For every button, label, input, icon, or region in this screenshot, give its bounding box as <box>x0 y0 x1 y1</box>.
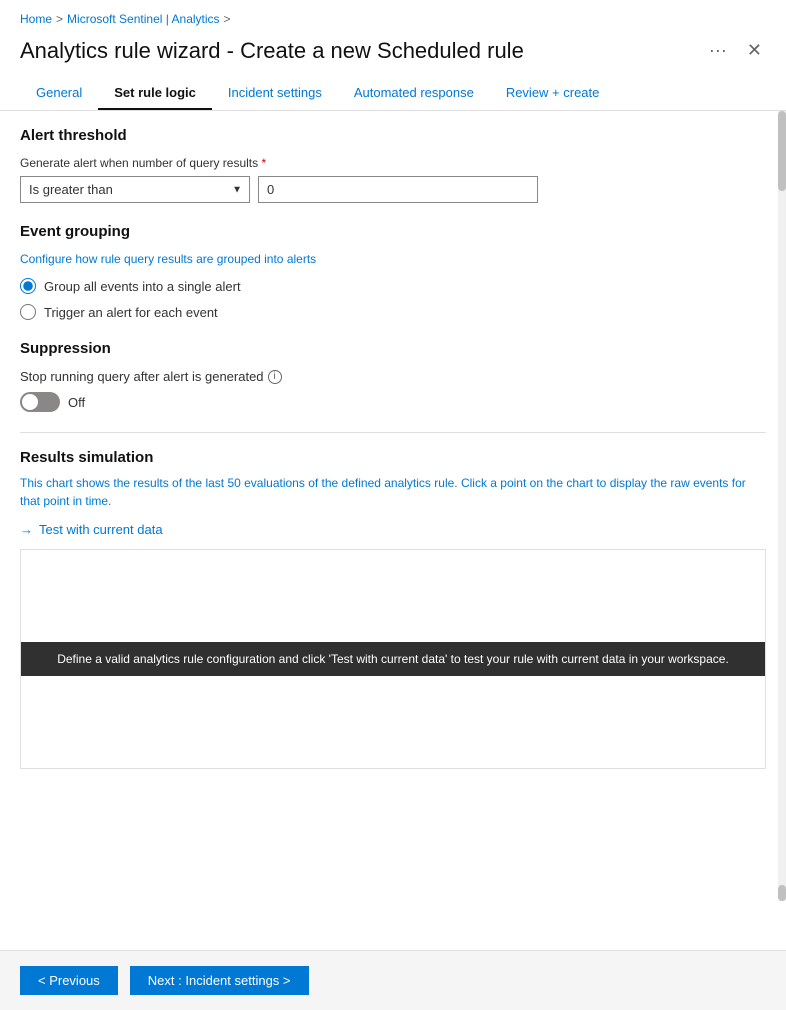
test-with-current-data-link[interactable]: → Test with current data <box>20 522 766 537</box>
alert-threshold-label: Generate alert when number of query resu… <box>20 156 766 170</box>
event-grouping-section: Event grouping Configure how rule query … <box>20 223 766 320</box>
header-icons: ··· ✕ <box>705 36 766 65</box>
tab-automated-response[interactable]: Automated response <box>338 77 490 110</box>
suppression-toggle-row: Off <box>20 392 766 412</box>
breadcrumb-home[interactable]: Home <box>20 12 52 26</box>
suppression-toggle[interactable] <box>20 392 60 412</box>
footer-bar: < Previous Next : Incident settings > <box>0 950 786 1010</box>
event-grouping-radio-group: Group all events into a single alert Tri… <box>20 278 766 320</box>
suppression-info-icon: i <box>268 370 282 384</box>
chart-container[interactable]: Define a valid analytics rule configurat… <box>20 549 766 769</box>
tab-bar: General Set rule logic Incident settings… <box>0 77 786 111</box>
toggle-track <box>20 392 60 412</box>
breadcrumb: Home > Microsoft Sentinel | Analytics > <box>0 0 786 32</box>
scrollbar-track <box>778 111 786 901</box>
radio-trigger-each-input[interactable] <box>20 304 36 320</box>
scroll-container: Alert threshold Generate alert when numb… <box>0 111 786 901</box>
radio-group-all-input[interactable] <box>20 278 36 294</box>
threshold-number-input[interactable] <box>258 176 538 203</box>
results-sim-title: Results simulation <box>20 449 766 466</box>
test-link-label: Test with current data <box>39 522 163 537</box>
tab-incident-settings[interactable]: Incident settings <box>212 77 338 110</box>
close-button[interactable]: ✕ <box>743 36 766 65</box>
results-simulation-section: Results simulation This chart shows the … <box>20 432 766 769</box>
tab-general[interactable]: General <box>20 77 98 110</box>
radio-group-all-label: Group all events into a single alert <box>44 279 241 294</box>
content-area: Alert threshold Generate alert when numb… <box>0 111 786 901</box>
alert-threshold-section: Alert threshold Generate alert when numb… <box>20 127 766 203</box>
desc-highlight: last 50 evaluations <box>205 476 304 490</box>
arrow-right-icon: → <box>20 522 33 537</box>
more-options-button[interactable]: ··· <box>705 36 731 65</box>
toggle-thumb <box>22 394 38 410</box>
suppression-label-row: Stop running query after alert is genera… <box>20 369 766 384</box>
suppression-section: Suppression Stop running query after ale… <box>20 340 766 412</box>
chart-message: Define a valid analytics rule configurat… <box>21 642 765 676</box>
next-button[interactable]: Next : Incident settings > <box>130 966 309 995</box>
radio-trigger-each[interactable]: Trigger an alert for each event <box>20 304 766 320</box>
breadcrumb-sep1: > <box>56 12 63 26</box>
breadcrumb-sep2: > <box>224 12 231 26</box>
page-title: Analytics rule wizard - Create a new Sch… <box>20 38 524 64</box>
event-grouping-title: Event grouping <box>20 223 766 240</box>
tab-review-create[interactable]: Review + create <box>490 77 616 110</box>
suppression-toggle-label: Off <box>68 395 85 410</box>
suppression-field-label: Stop running query after alert is genera… <box>20 369 264 384</box>
breadcrumb-section[interactable]: Microsoft Sentinel | Analytics <box>67 12 220 26</box>
tab-set-rule-logic[interactable]: Set rule logic <box>98 77 212 110</box>
scrollbar-thumb-top[interactable] <box>778 111 786 191</box>
alert-threshold-title: Alert threshold <box>20 127 766 144</box>
event-grouping-helper: Configure how rule query results are gro… <box>20 252 766 266</box>
results-sim-description: This chart shows the results of the last… <box>20 474 766 510</box>
desc-part1: This chart shows the results of the <box>20 476 202 490</box>
threshold-inputs: Is greater than Is less than Is equal to… <box>20 176 766 203</box>
threshold-dropdown[interactable]: Is greater than Is less than Is equal to <box>20 176 250 203</box>
required-marker: * <box>261 156 266 170</box>
previous-button[interactable]: < Previous <box>20 966 118 995</box>
scrollbar-thumb-bottom[interactable] <box>778 885 786 901</box>
page-header: Analytics rule wizard - Create a new Sch… <box>0 32 786 77</box>
radio-group-all[interactable]: Group all events into a single alert <box>20 278 766 294</box>
threshold-dropdown-wrapper: Is greater than Is less than Is equal to… <box>20 176 250 203</box>
radio-trigger-each-label: Trigger an alert for each event <box>44 305 218 320</box>
suppression-title: Suppression <box>20 340 766 357</box>
